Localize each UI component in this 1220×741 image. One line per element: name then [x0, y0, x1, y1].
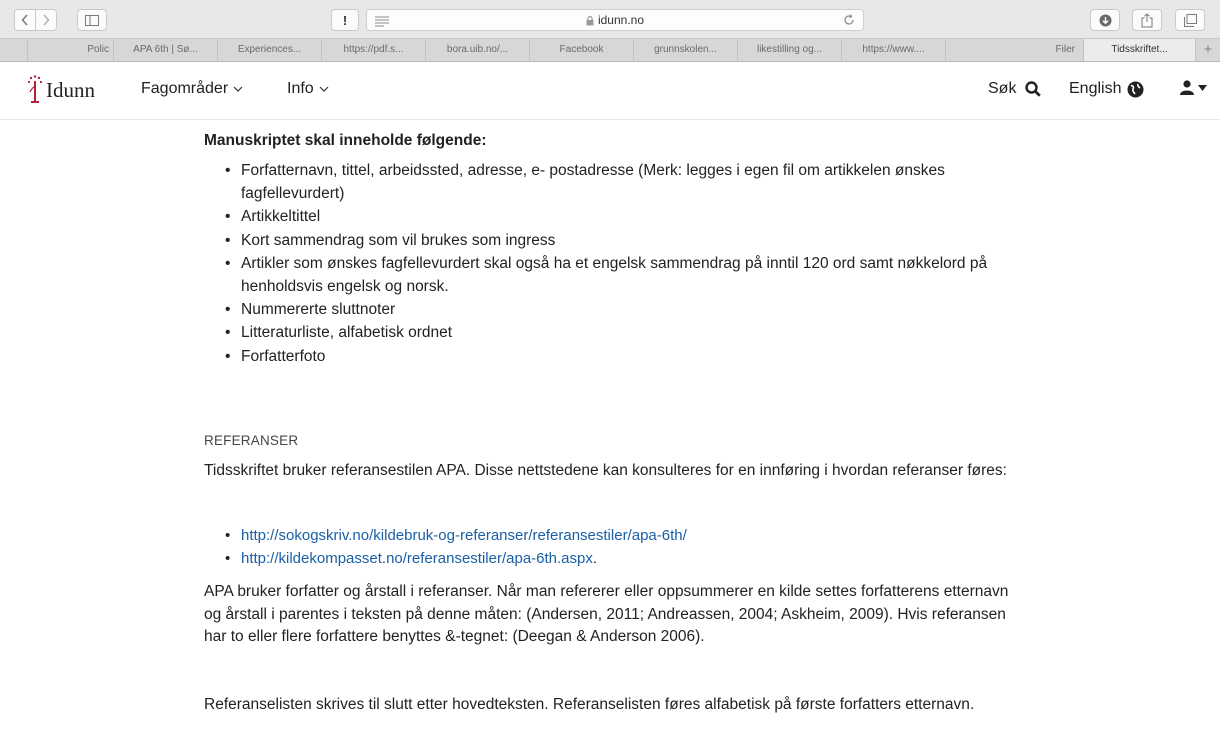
browser-tab[interactable]: Facebook: [530, 39, 634, 61]
list-item: Litteraturliste, alfabetisk ordnet: [225, 321, 1025, 344]
reference-links-list: http://sokogskriv.no/kildebruk-og-refera…: [225, 524, 687, 570]
browser-tab[interactable]: https://www....: [842, 39, 946, 61]
user-icon: [1180, 80, 1194, 95]
share-button[interactable]: [1132, 9, 1162, 31]
new-tab-button[interactable]: +: [1196, 39, 1220, 61]
search-button[interactable]: Søk: [988, 80, 1042, 98]
chevron-left-icon: [21, 14, 28, 26]
globe-icon: [1127, 81, 1144, 97]
site-logo[interactable]: Idunn: [26, 74, 95, 106]
browser-tab[interactable]: Filer: [946, 39, 1084, 61]
list-item: Forfatternavn, tittel, arbeidssted, adre…: [225, 159, 1025, 205]
reload-icon[interactable]: [843, 13, 855, 32]
list-item: Artikler som ønskes fagfellevurdert skal…: [225, 252, 1025, 298]
exclamation-icon: !: [342, 12, 348, 28]
reference-list-paragraph: Referanselisten skrives til slutt etter …: [204, 696, 975, 713]
reference-link[interactable]: http://kildekompasset.no/referansestiler…: [241, 550, 593, 567]
search-label: Søk: [988, 80, 1017, 97]
requirements-list: Forfatternavn, tittel, arbeidssted, adre…: [225, 159, 1025, 368]
tab-strip: Polic APA 6th | Sø... Experiences... htt…: [0, 39, 1220, 62]
lock-icon: [586, 15, 594, 26]
chevron-down-icon: [319, 86, 329, 92]
link-suffix: .: [592, 550, 598, 567]
browser-tab[interactable]: bora.uib.no/...: [426, 39, 530, 61]
apa-paragraph: APA bruker forfatter og årstall i refera…: [204, 583, 1009, 645]
manuscript-heading: Manuskriptet skal inneholde følgende:: [204, 132, 487, 149]
browser-tab[interactable]: likestilling og...: [738, 39, 842, 61]
browser-tab[interactable]: https://pdf.s...: [322, 39, 426, 61]
search-icon: [1025, 81, 1042, 97]
browser-tab[interactable]: Experiences...: [218, 39, 322, 61]
tabs-icon: [1183, 13, 1197, 27]
address-bar[interactable]: idunn.no: [366, 9, 864, 31]
tabs-overview-button[interactable]: [1175, 9, 1205, 31]
extension-button[interactable]: !: [331, 9, 359, 31]
site-header: Idunn Fagområder Info Søk English: [0, 62, 1220, 120]
language-label: English: [1069, 80, 1122, 97]
nav-label: Fagområder: [141, 80, 229, 97]
browser-tab[interactable]: Polic: [28, 39, 114, 61]
back-button[interactable]: [14, 9, 36, 31]
chevron-down-icon: [233, 86, 243, 92]
downloads-button[interactable]: [1090, 9, 1120, 31]
chevron-right-icon: [43, 14, 50, 26]
reference-link[interactable]: http://sokogskriv.no/kildebruk-og-refera…: [241, 527, 687, 544]
list-item: Forfatterfoto: [225, 345, 1025, 368]
url-text: idunn.no: [597, 13, 645, 27]
list-item: http://sokogskriv.no/kildebruk-og-refera…: [225, 524, 687, 547]
forward-button[interactable]: [35, 9, 57, 31]
idunn-logo-icon: [27, 75, 43, 103]
browser-tab[interactable]: APA 6th | Sø...: [114, 39, 218, 61]
nav-label: Info: [287, 80, 314, 97]
user-menu[interactable]: [1179, 80, 1207, 95]
list-item: Nummererte sluttnoter: [225, 298, 1025, 321]
nav-info[interactable]: Info: [287, 80, 329, 98]
browser-tab[interactable]: grunnskolen...: [634, 39, 738, 61]
caret-down-icon: [1198, 84, 1207, 91]
nav-fagomrader[interactable]: Fagområder: [141, 80, 243, 98]
download-icon: [1099, 14, 1111, 26]
browser-tab[interactable]: [0, 39, 28, 61]
list-item: Kort sammendrag som vil brukes som ingre…: [225, 229, 1025, 252]
list-item: http://kildekompasset.no/referansestiler…: [225, 547, 687, 570]
sidebar-icon: [85, 14, 99, 26]
references-intro: Tidsskriftet bruker referansestilen APA.…: [204, 462, 1007, 479]
logo-text: Idunn: [46, 77, 95, 102]
language-switch[interactable]: English: [1069, 80, 1144, 98]
share-icon: [1141, 12, 1153, 27]
list-item: Artikkeltittel: [225, 205, 1025, 228]
browser-tab-active[interactable]: Tidsskriftet...: [1084, 39, 1196, 61]
browser-toolbar: ! idunn.no: [0, 0, 1220, 39]
sidebar-button[interactable]: [77, 9, 107, 31]
references-section-label: REFERANSER: [204, 433, 299, 448]
